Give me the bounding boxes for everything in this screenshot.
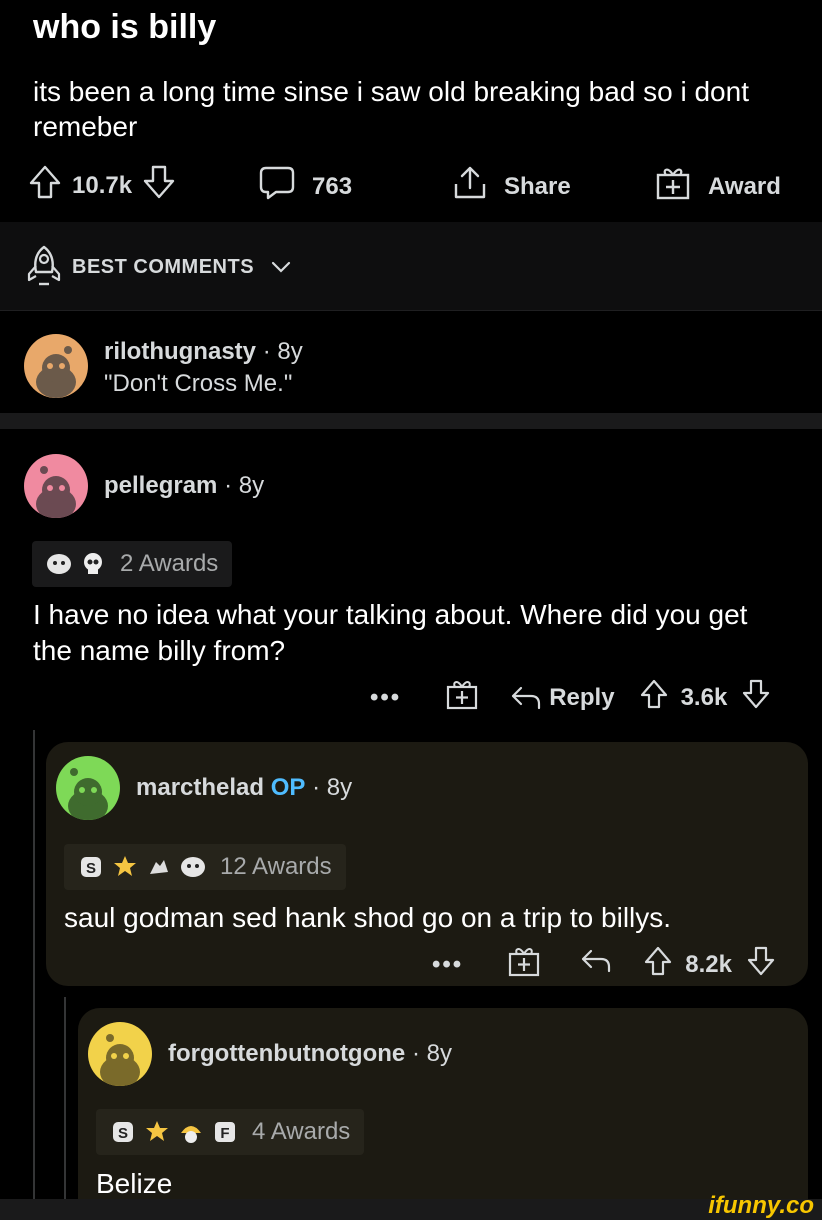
comment-author-line: forgottenbutnotgone · 8y: [168, 1040, 452, 1068]
thread-line[interactable]: [64, 997, 66, 1200]
award-label: Award: [708, 172, 781, 200]
award-icon: [46, 551, 72, 577]
comment-author-line: pellegram · 8y: [104, 472, 264, 500]
downvote-icon[interactable]: [142, 164, 176, 207]
username[interactable]: rilothugnasty: [104, 338, 256, 365]
awards-badge[interactable]: S 12 Awards: [64, 844, 346, 890]
svg-text:S: S: [86, 860, 96, 877]
divider: [0, 413, 822, 429]
bottom-bar: [0, 1199, 822, 1220]
awards-count: 12 Awards: [220, 853, 332, 880]
gold-award-icon: [144, 1119, 170, 1145]
gift-icon[interactable]: [445, 677, 479, 718]
rocket-icon: [24, 244, 64, 293]
more-options-icon[interactable]: •••: [370, 684, 401, 712]
username[interactable]: forgottenbutnotgone: [168, 1040, 405, 1067]
upvote-icon[interactable]: [28, 164, 62, 207]
reply-icon: [512, 686, 541, 709]
gift-icon: [654, 164, 692, 209]
svg-text:S: S: [118, 1125, 128, 1142]
silver-award-icon: S: [110, 1119, 136, 1145]
op-badge: OP: [270, 774, 306, 801]
comment-author-line: rilothugnasty · 8y: [104, 338, 303, 366]
silver-award-icon: S: [78, 854, 104, 880]
watermark: ifunny.co: [708, 1192, 814, 1219]
reply-card: [78, 1008, 808, 1200]
upvote-icon[interactable]: [643, 945, 673, 984]
wholesome-award-icon: [178, 1119, 204, 1145]
reply-label: Reply: [549, 683, 615, 711]
comment-text: "Don't Cross Me.": [104, 370, 293, 397]
award-icon: [180, 854, 206, 880]
username[interactable]: pellegram: [104, 472, 217, 499]
post-body: its been a long time sinse i saw old bre…: [33, 76, 749, 142]
vote-count: 8.2k: [685, 950, 732, 978]
comment-actions: ••• Reply 3.6k: [370, 677, 771, 718]
reply-icon[interactable]: [579, 946, 613, 983]
vote-count: 3.6k: [680, 683, 728, 711]
comment-age: · 8y: [411, 1040, 452, 1067]
more-options-icon[interactable]: •••: [432, 951, 463, 979]
comment-text: Belize: [96, 1168, 173, 1199]
comment-text: I have no idea what your talking about. …: [33, 599, 748, 666]
downvote-icon[interactable]: [746, 945, 776, 984]
chevron-down-icon: [270, 258, 292, 281]
gift-icon[interactable]: [507, 944, 541, 985]
sort-label: BEST COMMENTS: [72, 256, 255, 278]
share-label: Share: [504, 172, 571, 200]
f-award-icon: F: [212, 1119, 238, 1145]
share-icon: [452, 164, 488, 209]
downvote-icon[interactable]: [741, 678, 771, 717]
comments-button[interactable]: 763: [258, 164, 352, 209]
avatar[interactable]: [88, 1022, 152, 1086]
share-button[interactable]: Share: [452, 164, 571, 209]
hands-award-icon: [146, 854, 172, 880]
avatar[interactable]: [24, 454, 88, 518]
post-vote-bar: 10.7k: [28, 164, 176, 207]
gold-award-icon: [112, 854, 138, 880]
reply-button[interactable]: Reply: [509, 683, 615, 713]
comment-actions: ••• 8.2k: [432, 944, 776, 985]
skull-award-icon: [80, 551, 106, 577]
thread-line[interactable]: [33, 730, 35, 1200]
upvote-icon[interactable]: [639, 678, 669, 717]
comment-age: · 8y: [262, 338, 303, 365]
post-title: who is billy: [33, 8, 217, 46]
comment-icon: [258, 164, 296, 209]
comment-text: saul godman sed hank shod go on a trip t…: [64, 902, 672, 933]
award-button[interactable]: Award: [654, 164, 781, 209]
awards-count: 4 Awards: [252, 1118, 351, 1145]
comment-count: 763: [312, 172, 353, 200]
awards-badge[interactable]: S F 4 Awards: [96, 1109, 365, 1155]
username[interactable]: marcthelad: [136, 774, 264, 801]
awards-badge[interactable]: 2 Awards: [32, 541, 233, 587]
comment-age: · 8y: [224, 472, 265, 499]
avatar[interactable]: [24, 334, 88, 398]
avatar[interactable]: [56, 756, 120, 820]
comment-age: · 8y: [312, 774, 353, 801]
comment-author-line: marcthelad OP · 8y: [136, 774, 352, 802]
post-vote-count: 10.7k: [72, 171, 133, 199]
awards-count: 2 Awards: [120, 550, 219, 577]
svg-text:F: F: [220, 1125, 229, 1142]
